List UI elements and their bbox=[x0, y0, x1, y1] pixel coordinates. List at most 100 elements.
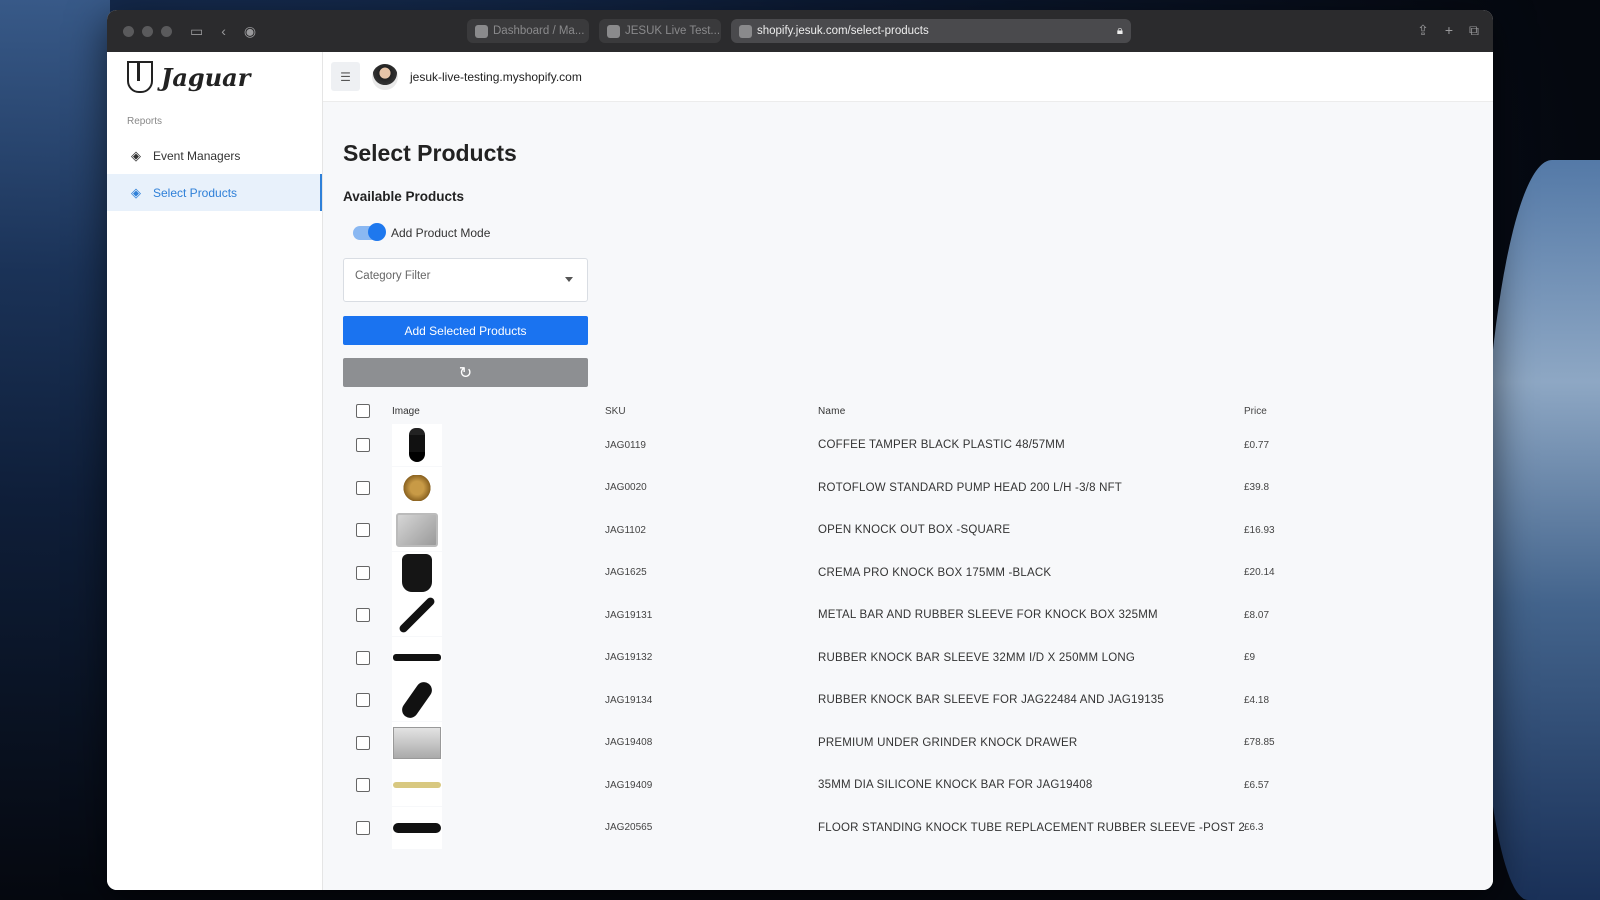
table-row[interactable]: JAG19409 35MM DIA SILICONE KNOCK BAR FOR … bbox=[343, 764, 1453, 807]
product-image bbox=[392, 806, 442, 849]
product-thumbnail-shape bbox=[393, 822, 441, 833]
product-sku: JAG19408 bbox=[605, 737, 653, 749]
sidebar-item-select-products[interactable]: ◈ Select Products bbox=[107, 174, 322, 211]
product-image bbox=[392, 594, 442, 637]
minimize-window-button[interactable] bbox=[142, 25, 153, 37]
product-sku: JAG1102 bbox=[605, 524, 646, 536]
product-sku: JAG19409 bbox=[605, 779, 653, 791]
lock-icon: 🔒︎ bbox=[1116, 24, 1123, 37]
product-name: PREMIUM UNDER GRINDER KNOCK DRAWER bbox=[818, 736, 1078, 749]
tab-bar: Dashboard / Ma... JESUK Live Test... sho… bbox=[467, 19, 1131, 43]
brand-logo[interactable]: Jaguar bbox=[107, 52, 322, 102]
table-body: JAG0119 COFFEE TAMPER BLACK PLASTIC 48/57… bbox=[343, 424, 1453, 849]
table-row[interactable]: JAG19134 RUBBER KNOCK BAR SLEEVE FOR JAG2… bbox=[343, 679, 1453, 722]
product-name: 35MM DIA SILICONE KNOCK BAR FOR JAG19408 bbox=[818, 779, 1093, 792]
row-checkbox[interactable] bbox=[356, 523, 370, 538]
refresh-icon: ↻ bbox=[458, 364, 473, 382]
tab-favicon-icon bbox=[607, 24, 620, 38]
tab-label: Dashboard / Ma... bbox=[493, 25, 585, 37]
tab-overview-icon[interactable]: ⧉ bbox=[1469, 22, 1479, 39]
diamond-nav-icon: ◈ bbox=[131, 147, 141, 163]
product-name: OPEN KNOCK OUT BOX -SQUARE bbox=[818, 524, 1011, 537]
avatar[interactable] bbox=[372, 63, 398, 90]
add-product-mode-toggle[interactable] bbox=[353, 223, 386, 241]
product-thumbnail-shape bbox=[396, 513, 438, 548]
product-image bbox=[392, 764, 442, 807]
row-checkbox[interactable] bbox=[356, 480, 370, 495]
reset-button[interactable]: ↻ bbox=[343, 358, 588, 387]
product-thumbnail-shape bbox=[393, 782, 441, 789]
privacy-shield-icon[interactable]: ◉ bbox=[244, 23, 256, 40]
column-header-image: Image bbox=[392, 405, 420, 417]
product-name: RUBBER KNOCK BAR SLEEVE FOR JAG22484 AND… bbox=[818, 694, 1164, 707]
table-row[interactable]: JAG1625 CREMA PRO KNOCK BOX 175MM -BLACK £… bbox=[343, 551, 1453, 595]
product-sku: JAG20565 bbox=[605, 822, 653, 834]
section-title: Available Products bbox=[343, 189, 465, 204]
share-icon[interactable]: ⇪ bbox=[1417, 22, 1429, 39]
close-window-button[interactable] bbox=[123, 25, 134, 37]
row-checkbox[interactable] bbox=[356, 650, 370, 665]
table-row[interactable]: JAG19132 RUBBER KNOCK BAR SLEEVE 32MM I/D… bbox=[343, 636, 1453, 680]
new-tab-icon[interactable]: + bbox=[1445, 22, 1453, 39]
zoom-window-button[interactable] bbox=[161, 25, 172, 37]
tab-favicon-icon bbox=[475, 24, 488, 38]
product-thumbnail-shape bbox=[393, 654, 441, 662]
table-row[interactable]: JAG0119 COFFEE TAMPER BLACK PLASTIC 48/57… bbox=[343, 424, 1453, 467]
toolbar-actions: ⇪ + ⧉ bbox=[1417, 22, 1479, 39]
sidebar-toggle-icon[interactable]: ▭ bbox=[190, 23, 203, 40]
row-checkbox[interactable] bbox=[356, 693, 370, 708]
product-price: £0.77 bbox=[1244, 439, 1270, 451]
address-bar-url[interactable]: shopify.jesuk.com/select-products bbox=[757, 25, 1117, 37]
top-bar: ☰ jesuk-live-testing.myshopify.com bbox=[323, 52, 1493, 102]
add-selected-products-button[interactable]: Add Selected Products bbox=[343, 316, 588, 345]
table-header: Image SKU Name Price bbox=[343, 398, 1453, 424]
tab-dashboard[interactable]: Dashboard / Ma... bbox=[467, 19, 589, 43]
toggle-label: Add Product Mode bbox=[391, 226, 491, 240]
select-all-checkbox[interactable] bbox=[356, 404, 370, 418]
product-sku: JAG1625 bbox=[605, 567, 647, 579]
add-product-mode-row: Add Product Mode bbox=[353, 223, 1473, 241]
table-row[interactable]: JAG1102 OPEN KNOCK OUT BOX -SQUARE £16.93 bbox=[343, 509, 1453, 552]
product-sku: JAG0119 bbox=[605, 439, 646, 451]
product-price: £20.14 bbox=[1244, 567, 1275, 579]
product-thumbnail-shape bbox=[409, 428, 425, 463]
product-sku: JAG0020 bbox=[605, 482, 647, 494]
tab-jesuk-live[interactable]: JESUK Live Test... bbox=[599, 19, 721, 43]
menu-icon: ☰ bbox=[340, 69, 351, 84]
product-sku: JAG19132 bbox=[605, 652, 653, 664]
row-checkbox[interactable] bbox=[356, 820, 370, 835]
product-image bbox=[392, 679, 442, 722]
row-checkbox[interactable] bbox=[356, 608, 370, 623]
back-icon[interactable]: ‹ bbox=[221, 23, 226, 39]
row-checkbox[interactable] bbox=[356, 735, 370, 750]
product-price: £39.8 bbox=[1244, 482, 1270, 494]
product-image bbox=[392, 721, 442, 764]
column-header-name: Name bbox=[818, 405, 846, 417]
table-row[interactable]: JAG19131 METAL BAR AND RUBBER SLEEVE FOR … bbox=[343, 594, 1453, 637]
sidebar-item-event-managers[interactable]: ◈ Event Managers bbox=[107, 137, 322, 174]
row-checkbox[interactable] bbox=[356, 438, 370, 453]
row-checkbox[interactable] bbox=[356, 565, 370, 580]
product-image bbox=[392, 424, 442, 467]
table-row[interactable]: JAG0020 ROTOFLOW STANDARD PUMP HEAD 200 L… bbox=[343, 466, 1453, 510]
product-price: £8.07 bbox=[1244, 609, 1270, 621]
table-row[interactable]: JAG20565 FLOOR STANDING KNOCK TUBE REPLAC… bbox=[343, 806, 1453, 850]
row-checkbox[interactable] bbox=[356, 778, 370, 793]
product-image bbox=[392, 509, 442, 552]
sidebar-item-label: Select Products bbox=[153, 185, 238, 200]
product-name: METAL BAR AND RUBBER SLEEVE FOR KNOCK BO… bbox=[818, 609, 1158, 622]
tab-active-address-bar[interactable]: shopify.jesuk.com/select-products 🔒︎ bbox=[731, 19, 1131, 43]
background-earth-left bbox=[0, 0, 110, 900]
product-name: CREMA PRO KNOCK BOX 175MM -BLACK bbox=[818, 566, 1052, 579]
chevron-down-icon bbox=[565, 277, 573, 282]
window-controls[interactable] bbox=[123, 25, 172, 37]
menu-toggle-button[interactable]: ☰ bbox=[331, 62, 360, 91]
product-price: £4.18 bbox=[1244, 694, 1270, 706]
category-filter-placeholder: Category Filter bbox=[355, 270, 431, 282]
browser-titlebar: ▭ ‹ ◉ Dashboard / Ma... JESUK Live Test.… bbox=[107, 10, 1493, 52]
table-row[interactable]: JAG19408 PREMIUM UNDER GRINDER KNOCK DRAW… bbox=[343, 721, 1453, 765]
logo-text: Jaguar bbox=[161, 62, 251, 92]
category-filter-select[interactable]: Category Filter bbox=[343, 258, 588, 302]
product-thumbnail-shape bbox=[397, 596, 437, 635]
product-price: £6.57 bbox=[1244, 779, 1270, 791]
